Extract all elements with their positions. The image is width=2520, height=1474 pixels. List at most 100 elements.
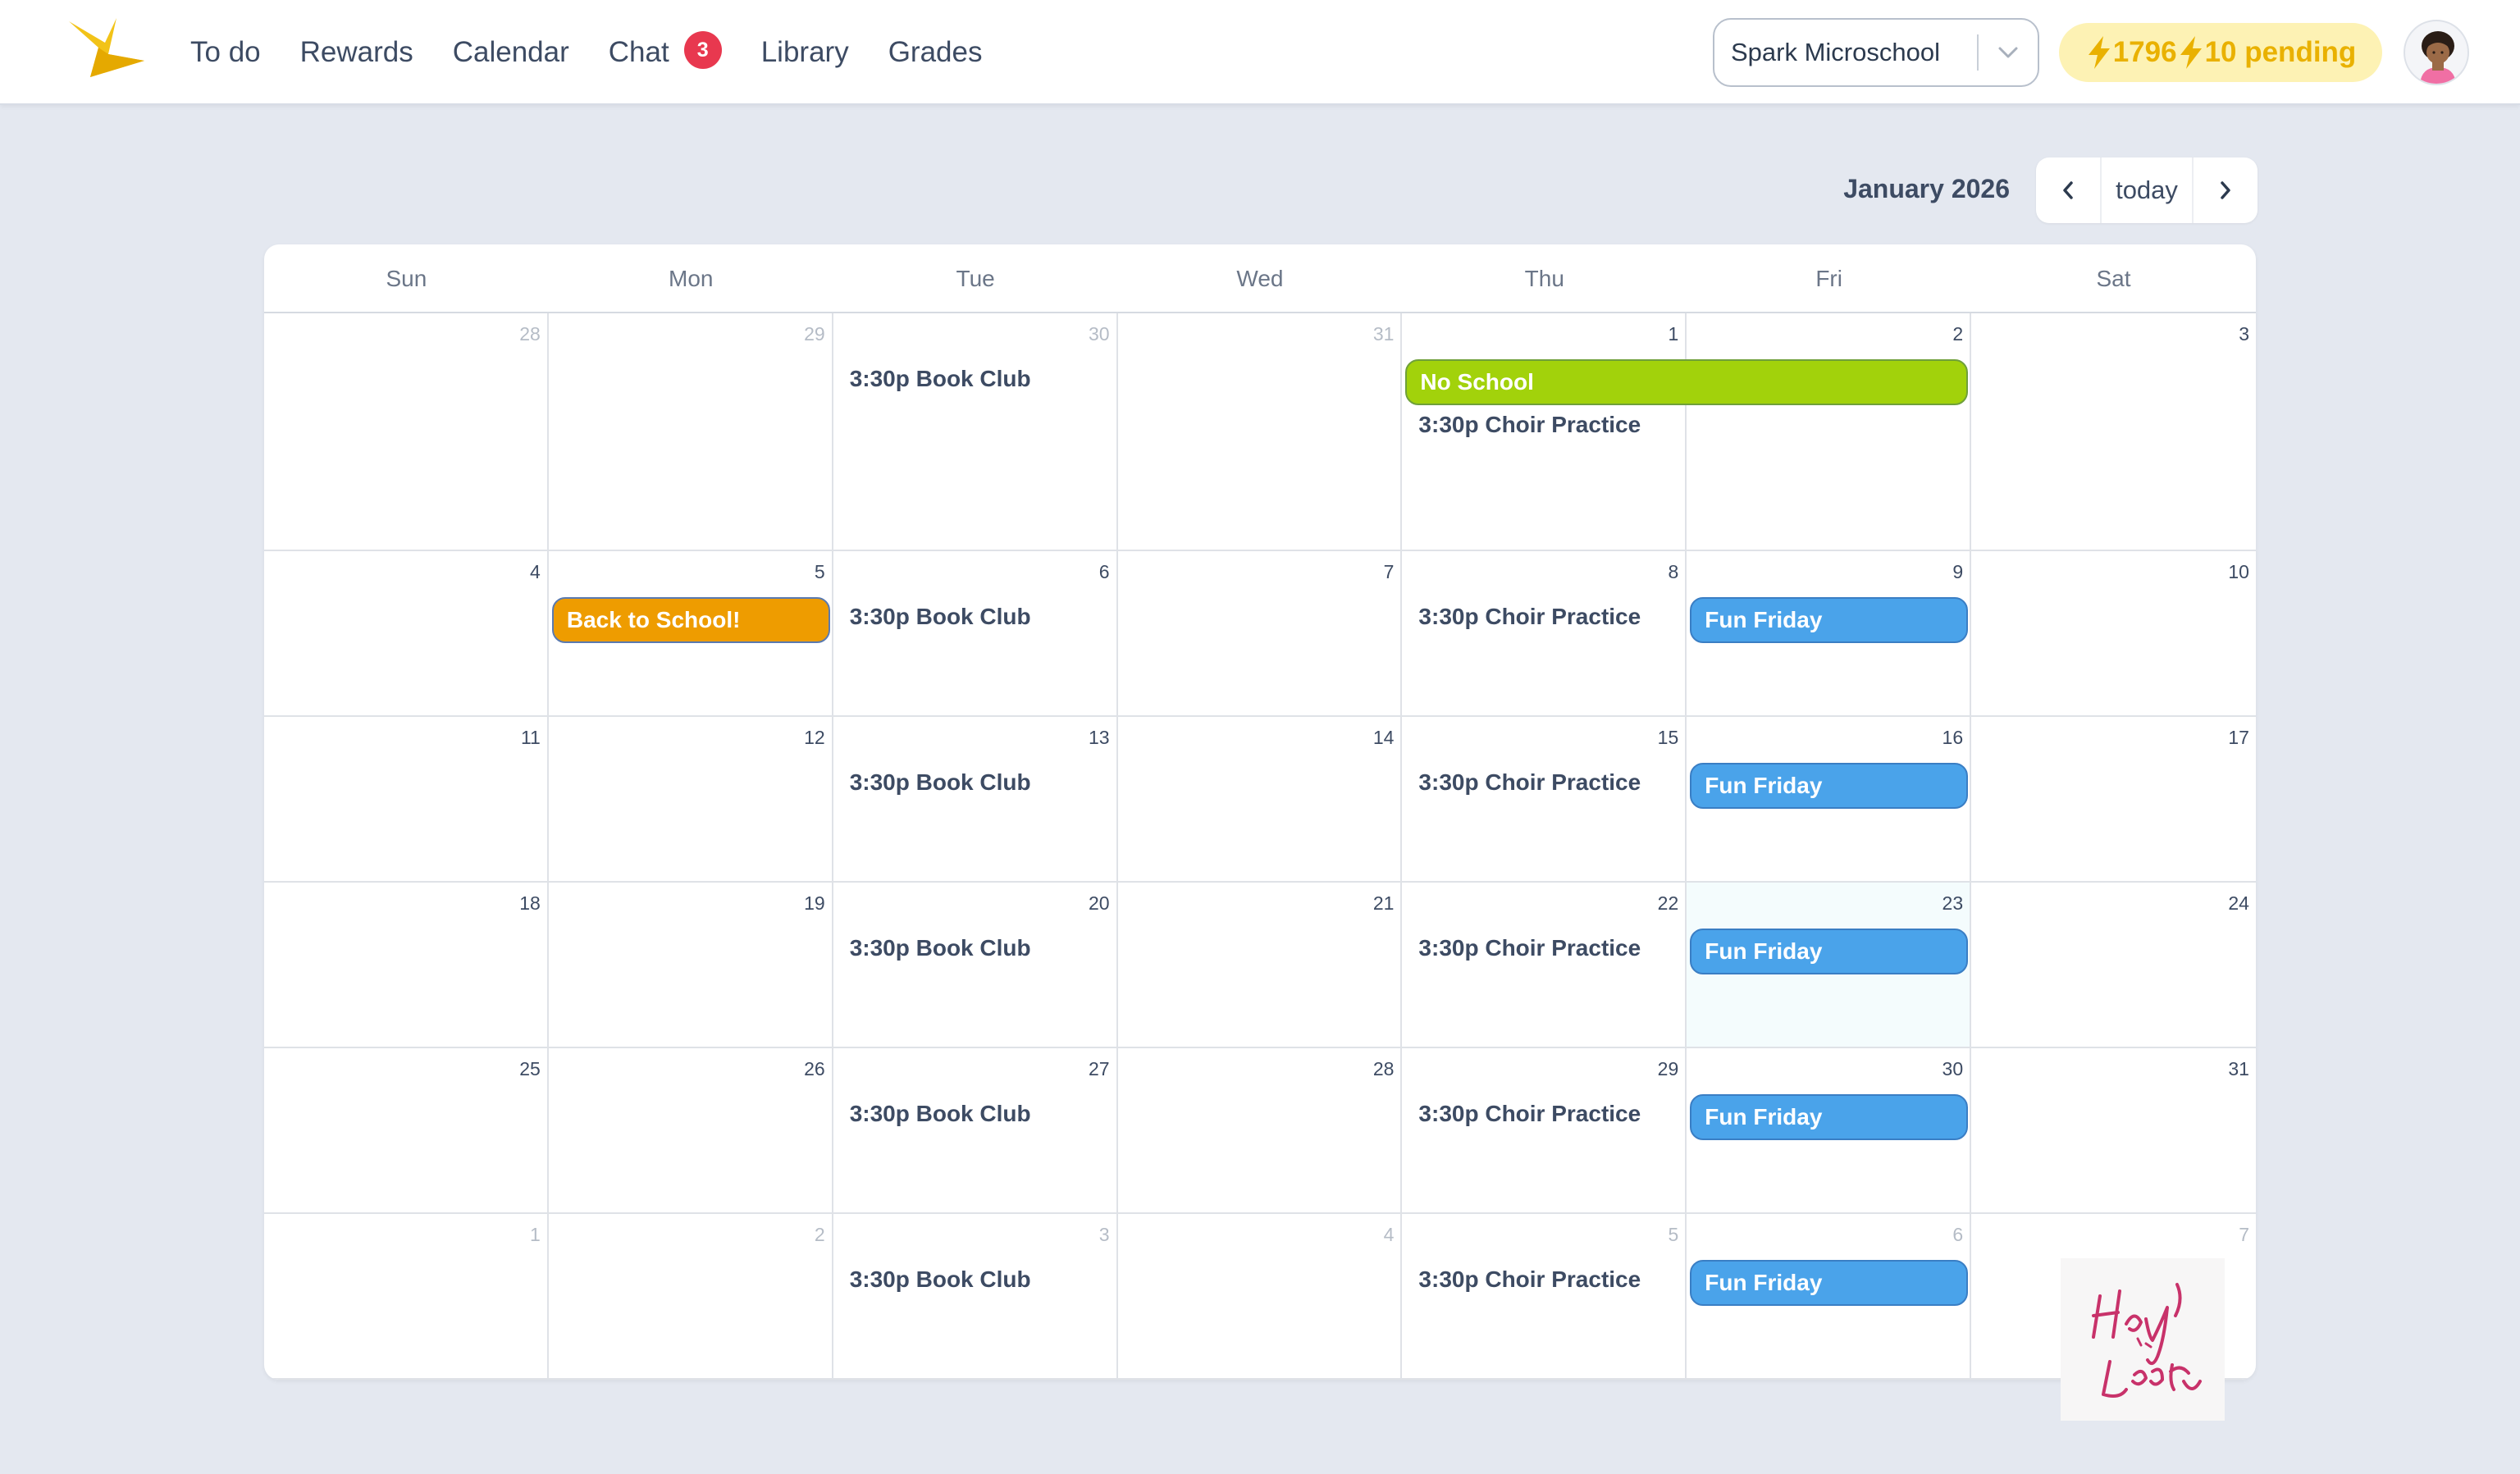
calendar-day-cell[interactable]: 28 <box>1117 1048 1403 1214</box>
user-avatar[interactable] <box>2404 20 2469 85</box>
calendar-day-cell[interactable]: 6 Fun Friday <box>1687 1214 1972 1380</box>
school-select[interactable]: Spark Microschool <box>1713 18 2039 87</box>
day-number[interactable]: 18 <box>519 892 541 915</box>
day-number[interactable]: 3 <box>1099 1224 1110 1246</box>
day-number[interactable]: 22 <box>1658 892 1679 915</box>
day-number[interactable]: 29 <box>1658 1058 1679 1080</box>
calendar-day-cell[interactable]: 4 <box>1117 1214 1403 1380</box>
calendar-event[interactable]: 3:30p Book Club <box>850 769 1031 796</box>
day-number[interactable]: 13 <box>1089 727 1110 749</box>
calendar-event[interactable]: 3:30p Book Club <box>850 1101 1031 1127</box>
day-number[interactable]: 30 <box>1089 323 1110 345</box>
day-number[interactable]: 30 <box>1942 1058 1964 1080</box>
day-number[interactable]: 11 <box>521 727 541 749</box>
nav-link-rewards[interactable]: Rewards <box>300 36 413 69</box>
day-number[interactable]: 14 <box>1373 727 1395 749</box>
day-number[interactable]: 16 <box>1942 727 1964 749</box>
back-to-school-event[interactable]: Back to School! <box>551 597 830 643</box>
calendar-day-cell[interactable]: 4 <box>264 551 549 717</box>
day-number[interactable]: 26 <box>804 1058 825 1080</box>
calendar-day-cell[interactable]: 30 3:30p Book Club <box>833 313 1118 551</box>
fun-friday-event[interactable]: Fun Friday <box>1690 1094 1969 1140</box>
calendar-event[interactable]: 3:30p Choir Practice <box>1418 412 1641 438</box>
day-number[interactable]: 4 <box>1384 1224 1395 1246</box>
day-number[interactable]: 1 <box>1668 323 1678 345</box>
day-number[interactable]: 23 <box>1942 892 1964 915</box>
day-number[interactable]: 28 <box>1373 1058 1395 1080</box>
calendar-event[interactable]: 3:30p Book Club <box>850 366 1031 392</box>
calendar-day-cell[interactable]: 14 <box>1117 717 1403 883</box>
calendar-day-cell[interactable]: 1 3:30p Choir Practice <box>1402 313 1687 551</box>
calendar-event[interactable]: 3:30p Choir Practice <box>1418 935 1641 961</box>
nav-link-todo[interactable]: To do <box>190 36 261 69</box>
calendar-day-cell[interactable]: 31 <box>1117 313 1403 551</box>
calendar-day-cell[interactable]: 21 <box>1117 883 1403 1048</box>
day-number[interactable]: 21 <box>1373 892 1395 915</box>
calendar-event[interactable]: 3:30p Choir Practice <box>1418 1266 1641 1293</box>
calendar-day-cell[interactable]: 25 <box>264 1048 549 1214</box>
day-number[interactable]: 4 <box>530 561 541 583</box>
day-number[interactable]: 7 <box>1384 561 1395 583</box>
calendar-day-cell[interactable]: 5 3:30p Choir Practice <box>1402 1214 1687 1380</box>
day-number[interactable]: 29 <box>804 323 825 345</box>
calendar-day-cell[interactable]: 29 <box>548 313 833 551</box>
calendar-day-cell[interactable]: 26 <box>548 1048 833 1214</box>
day-number[interactable]: 7 <box>2239 1224 2249 1246</box>
calendar-day-cell[interactable]: 13 3:30p Book Club <box>833 717 1118 883</box>
next-month-button[interactable] <box>2194 157 2258 223</box>
calendar-event[interactable]: 3:30p Choir Practice <box>1418 604 1641 630</box>
calendar-day-cell[interactable]: 2 <box>548 1214 833 1380</box>
day-number[interactable]: 27 <box>1089 1058 1110 1080</box>
day-number[interactable]: 5 <box>1668 1224 1678 1246</box>
prev-month-button[interactable] <box>2036 157 2100 223</box>
app-logo-icon[interactable] <box>66 18 148 84</box>
day-number[interactable]: 2 <box>815 1224 825 1246</box>
no-school-event[interactable]: No School <box>1405 359 1969 405</box>
day-number[interactable]: 31 <box>2228 1058 2249 1080</box>
calendar-day-cell[interactable]: 5 Back to School! <box>548 551 833 717</box>
nav-link-library[interactable]: Library <box>761 36 849 69</box>
fun-friday-event[interactable]: Fun Friday <box>1690 763 1969 809</box>
day-number[interactable]: 19 <box>804 892 825 915</box>
calendar-day-cell[interactable]: 29 3:30p Choir Practice <box>1402 1048 1687 1214</box>
calendar-day-cell[interactable]: 17 <box>1971 717 2256 883</box>
day-number[interactable]: 3 <box>2239 323 2249 345</box>
calendar-day-cell[interactable]: 22 3:30p Choir Practice <box>1402 883 1687 1048</box>
calendar-day-cell[interactable]: 31 <box>1971 1048 2256 1214</box>
calendar-day-cell[interactable]: 11 <box>264 717 549 883</box>
calendar-day-cell[interactable]: 27 3:30p Book Club <box>833 1048 1118 1214</box>
day-number[interactable]: 6 <box>1952 1224 1963 1246</box>
calendar-day-cell[interactable]: 12 <box>548 717 833 883</box>
day-number[interactable]: 6 <box>1099 561 1110 583</box>
day-number[interactable]: 10 <box>2228 561 2249 583</box>
day-number[interactable]: 8 <box>1668 561 1678 583</box>
day-number[interactable]: 28 <box>519 323 541 345</box>
calendar-day-cell[interactable]: 28 <box>264 313 549 551</box>
calendar-event[interactable]: 3:30p Book Club <box>850 935 1031 961</box>
nav-link-chat[interactable]: Chat 3 <box>609 31 722 69</box>
calendar-day-cell[interactable]: 20 3:30p Book Club <box>833 883 1118 1048</box>
day-number[interactable]: 15 <box>1658 727 1679 749</box>
calendar-day-cell[interactable]: 7 <box>1117 551 1403 717</box>
fun-friday-event[interactable]: Fun Friday <box>1690 1260 1969 1306</box>
today-button[interactable]: today <box>2100 157 2194 223</box>
day-number[interactable]: 1 <box>530 1224 541 1246</box>
fun-friday-event[interactable]: Fun Friday <box>1690 929 1969 974</box>
day-number[interactable]: 20 <box>1089 892 1110 915</box>
calendar-day-cell[interactable]: 3 <box>1971 313 2256 551</box>
calendar-day-cell[interactable]: 16 Fun Friday <box>1687 717 1972 883</box>
day-number[interactable]: 17 <box>2228 727 2249 749</box>
fun-friday-event[interactable]: Fun Friday <box>1690 597 1969 643</box>
calendar-day-cell[interactable]: 19 <box>548 883 833 1048</box>
calendar-day-cell[interactable]: 8 3:30p Choir Practice <box>1402 551 1687 717</box>
day-number[interactable]: 2 <box>1952 323 1963 345</box>
calendar-event[interactable]: 3:30p Book Club <box>850 604 1031 630</box>
calendar-day-cell[interactable]: 24 <box>1971 883 2256 1048</box>
day-number[interactable]: 12 <box>804 727 825 749</box>
calendar-day-cell[interactable]: 30 Fun Friday <box>1687 1048 1972 1214</box>
calendar-day-cell[interactable]: 15 3:30p Choir Practice <box>1402 717 1687 883</box>
calendar-day-cell[interactable]: 9 Fun Friday <box>1687 551 1972 717</box>
calendar-day-cell[interactable]: 1 <box>264 1214 549 1380</box>
nav-link-calendar[interactable]: Calendar <box>453 36 569 69</box>
nav-link-grades[interactable]: Grades <box>888 36 983 69</box>
